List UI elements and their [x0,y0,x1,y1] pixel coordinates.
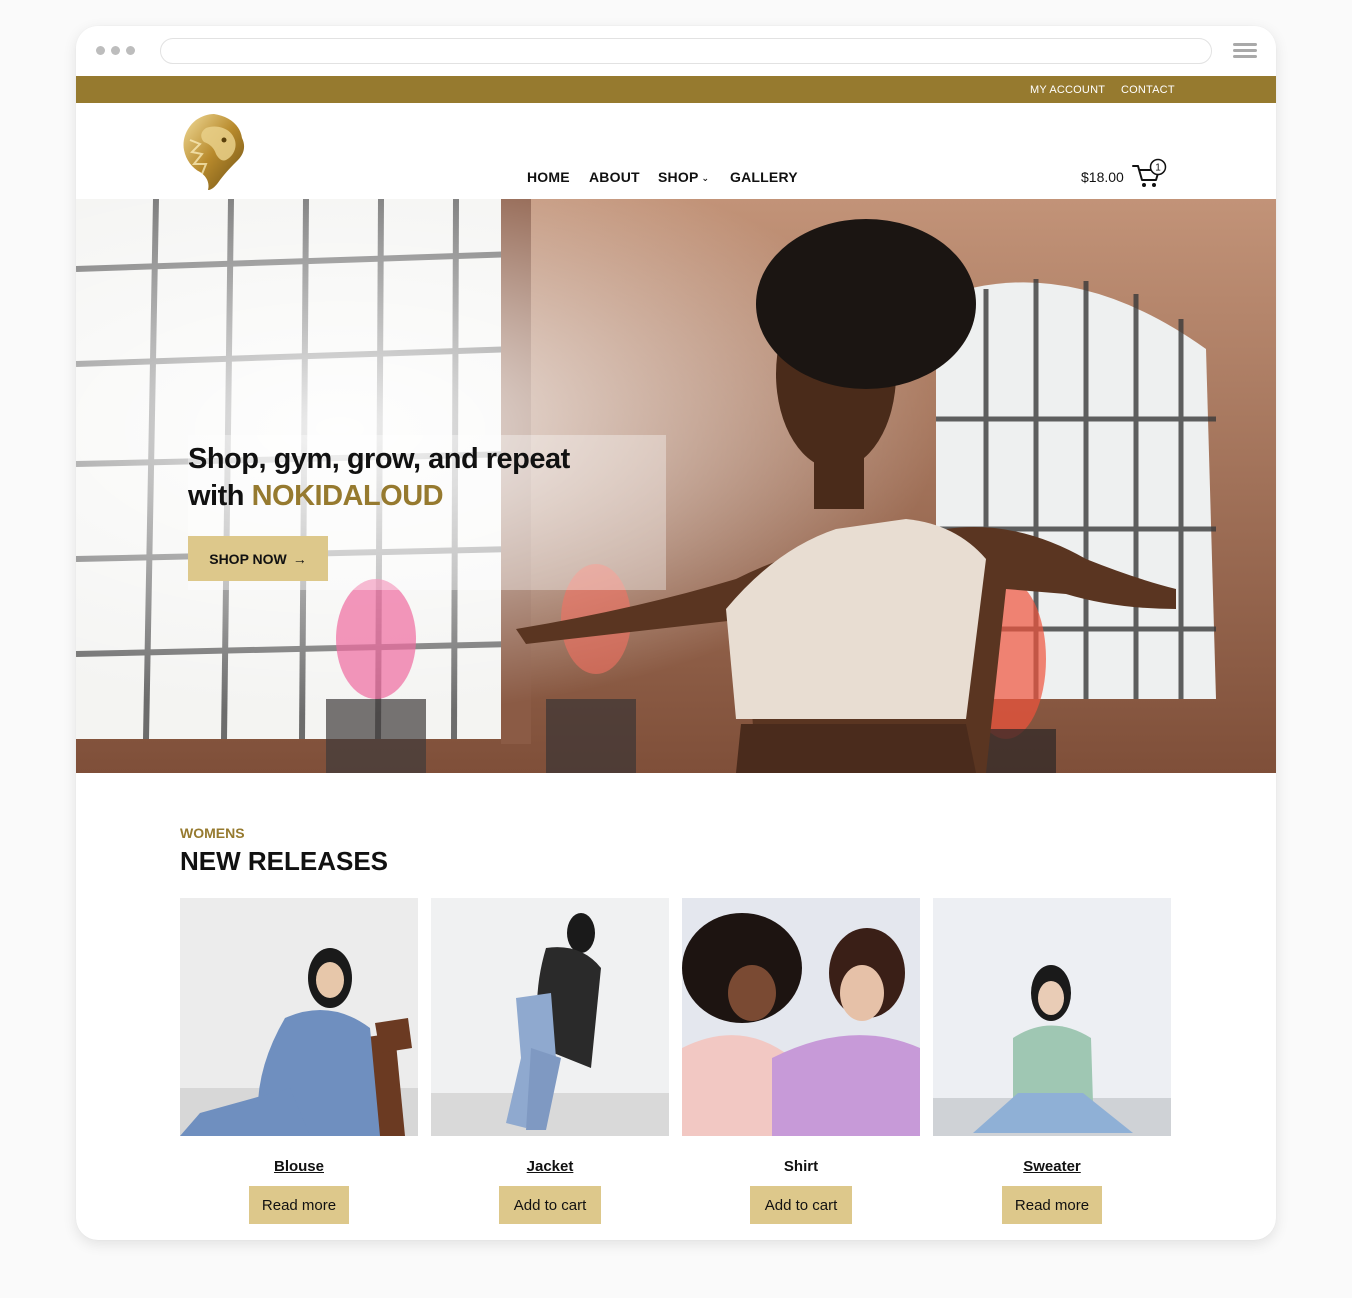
add-to-cart-button[interactable]: Add to cart [750,1186,852,1224]
product-name: Shirt [783,1158,819,1175]
product-card: Jacket Add to cart [431,898,669,1224]
shop-now-label: SHOP NOW [209,550,287,567]
cart-icon[interactable]: 1 [1131,158,1167,190]
section-kicker: WOMENS [180,825,245,841]
nav-home[interactable]: HOME [527,169,570,185]
product-image[interactable] [180,898,418,1136]
cart-count-badge: 1 [1155,163,1161,174]
hero-banner: Shop, gym, grow, and repeat with NOKIDAL… [76,199,1276,773]
cart-total[interactable]: $18.00 [1081,169,1124,185]
my-account-link[interactable]: MY ACCOUNT [1030,84,1105,96]
browser-chrome [76,26,1276,76]
product-image[interactable] [933,898,1171,1136]
product-card: Sweater Read more [933,898,1171,1224]
chevron-down-icon: ⌄ [701,173,710,183]
shop-now-button[interactable]: SHOP NOW → [188,536,328,581]
nav-gallery[interactable]: GALLERY [730,169,798,185]
hero-title-line1: Shop, gym, grow, and repeat [188,443,570,475]
hamburger-menu-icon[interactable] [1233,43,1257,59]
hero-title: Shop, gym, grow, and repeat with NOKIDAL… [188,441,658,515]
browser-window: MY ACCOUNT CONTACT HOME ABOUT SHOP ⌄ GALL… [76,26,1276,1240]
product-image[interactable] [682,898,920,1136]
hero-title-with: with [188,480,245,512]
arrow-right-icon: → [292,550,307,567]
read-more-button[interactable]: Read more [1002,1186,1102,1224]
hero-brand-name: NOKIDALOUD [251,480,444,512]
product-name[interactable]: Sweater [933,1158,1171,1175]
address-bar[interactable] [160,38,1212,64]
product-image[interactable] [431,898,669,1136]
top-bar: MY ACCOUNT CONTACT [76,76,1276,103]
product-card: Blouse Read more [180,898,418,1224]
add-to-cart-button[interactable]: Add to cart [499,1186,601,1224]
product-card: Shirt Add to cart [682,898,920,1224]
lion-logo-icon[interactable] [176,110,252,192]
nav-shop[interactable]: SHOP ⌄ [658,169,709,185]
product-name[interactable]: Blouse [180,1158,418,1175]
contact-link[interactable]: CONTACT [1121,84,1175,96]
section-title: NEW RELEASES [180,846,389,876]
window-dots [96,46,135,55]
read-more-button[interactable]: Read more [249,1186,349,1224]
nav-shop-label: SHOP [658,169,699,185]
nav-about[interactable]: ABOUT [589,169,640,185]
product-name[interactable]: Jacket [431,1158,669,1175]
